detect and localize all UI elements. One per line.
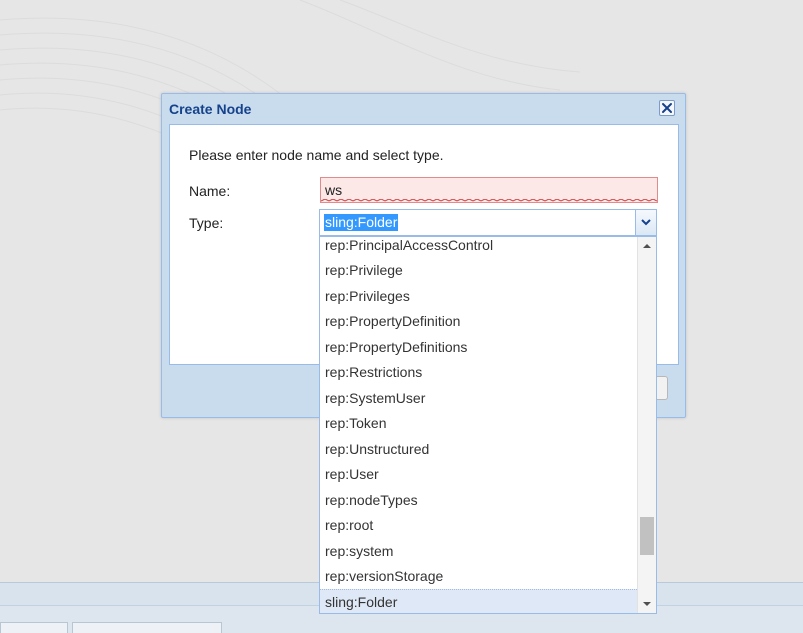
invalid-underline [321, 199, 657, 202]
list-item[interactable]: rep:User [320, 462, 637, 487]
list-item[interactable]: rep:nodeTypes [320, 488, 637, 513]
list-item[interactable]: rep:Privilege [320, 258, 637, 283]
type-combobox[interactable]: sling:Folder [319, 209, 657, 236]
list-item[interactable]: rep:PropertyDefinitions [320, 335, 637, 360]
list-item[interactable]: rep:root [320, 513, 637, 538]
list-item[interactable]: rep:Restrictions [320, 360, 637, 385]
list-item[interactable]: rep:versionStorage [320, 564, 637, 589]
chevron-down-icon [641, 219, 651, 226]
dialog-title: Create Node [169, 101, 252, 117]
bottom-tab[interactable] [0, 622, 68, 633]
list-item[interactable]: rep:Token [320, 411, 637, 436]
scroll-up-button[interactable] [638, 237, 656, 255]
list-item[interactable]: rep:PropertyDefinition [320, 309, 637, 334]
list-item[interactable]: rep:system [320, 539, 637, 564]
type-label: Type: [189, 215, 224, 231]
bottom-tab[interactable] [72, 622, 222, 633]
list-item[interactable]: rep:Privileges [320, 284, 637, 309]
name-label: Name: [189, 183, 231, 199]
list-item[interactable]: rep:SystemUser [320, 386, 637, 411]
arrow-up-icon [643, 244, 651, 248]
scroll-thumb[interactable] [640, 517, 654, 555]
close-button[interactable] [659, 100, 675, 116]
dropdown-scrollbar[interactable] [637, 237, 656, 613]
list-item[interactable]: rep:PrincipalAccessControl [320, 237, 637, 258]
type-combobox-value: sling:Folder [324, 214, 399, 231]
type-dropdown-list[interactable]: rep:PrincipalAccessControl rep:Privilege… [319, 236, 657, 614]
arrow-down-icon [643, 602, 651, 606]
dialog-prompt: Please enter node name and select type. [189, 147, 444, 163]
close-icon [662, 103, 672, 113]
combobox-trigger[interactable] [635, 210, 656, 235]
list-item[interactable]: rep:Unstructured [320, 437, 637, 462]
scroll-down-button[interactable] [638, 595, 656, 613]
list-item-selected[interactable]: sling:Folder [320, 589, 637, 613]
